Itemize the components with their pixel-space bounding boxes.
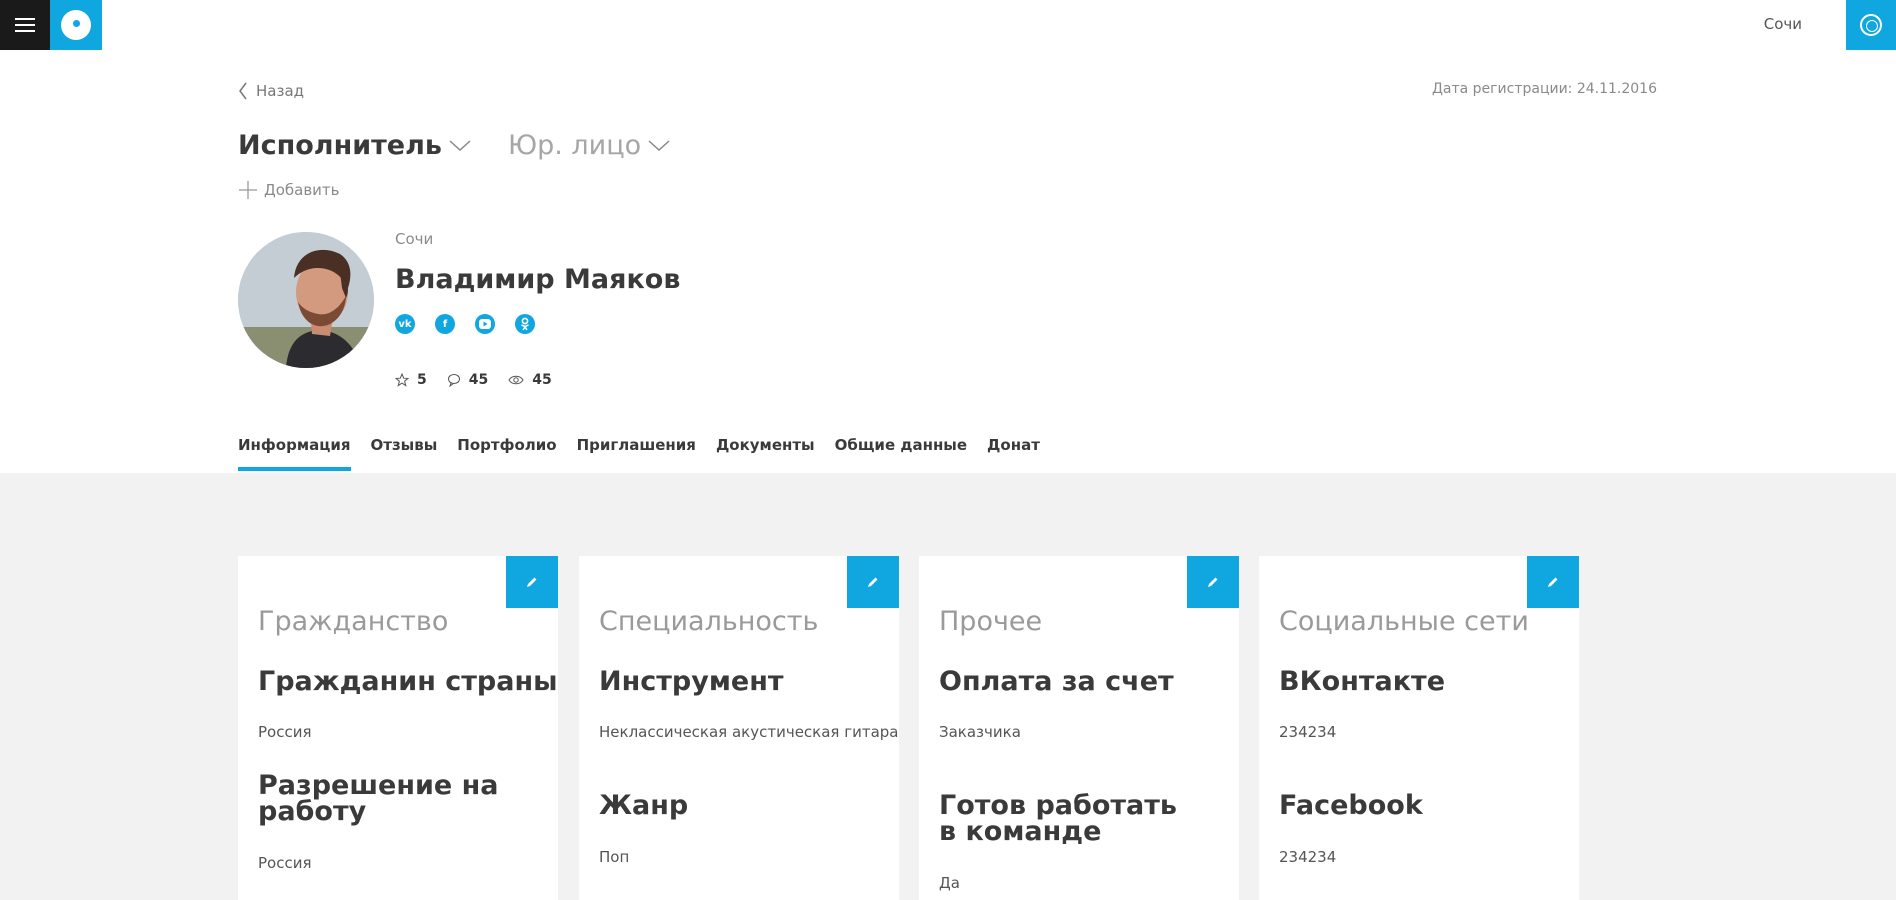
field-heading: Facebook — [1279, 790, 1423, 821]
social-links: vk f — [395, 314, 535, 334]
card-title: Прочее — [939, 606, 1043, 637]
tab-donate[interactable]: Донат — [987, 436, 1040, 472]
chevron-down-icon — [648, 139, 670, 151]
field-value: Поп — [599, 848, 630, 866]
field-value: Россия — [258, 854, 312, 872]
edit-button[interactable] — [847, 556, 899, 608]
menu-icon[interactable] — [0, 0, 50, 50]
tab-invitations[interactable]: Приглашения — [577, 436, 696, 472]
card-title: Социальные сети — [1279, 606, 1529, 637]
user-icon[interactable] — [1846, 0, 1896, 50]
chevron-down-icon — [449, 139, 471, 151]
role-dropdown-primary[interactable]: Исполнитель — [238, 130, 472, 161]
field-heading: Разрешение на работу — [258, 770, 499, 827]
field-value: Заказчика — [939, 723, 1021, 741]
profile-city: Сочи — [395, 230, 434, 248]
plus-icon — [239, 181, 257, 199]
comments-stat: 45 — [447, 372, 488, 388]
chevron-left-icon — [239, 82, 247, 100]
pencil-icon — [527, 577, 537, 587]
pencil-icon — [868, 577, 878, 587]
city-selector[interactable]: Сочи — [1764, 15, 1802, 33]
role-label: Исполнитель — [238, 130, 442, 161]
card-title: Гражданство — [258, 606, 449, 637]
edit-button[interactable] — [506, 556, 558, 608]
field-heading: Оплата за счет — [939, 666, 1174, 697]
odnoklassniki-icon[interactable] — [515, 314, 535, 334]
field-value: 234234 — [1279, 848, 1337, 866]
field-heading: Гражданин страны — [258, 666, 558, 697]
eye-icon — [508, 375, 524, 385]
field-heading: Жанр — [599, 790, 689, 821]
card-title: Специальность — [599, 606, 819, 637]
avatar — [238, 232, 374, 368]
role-dropdown-secondary[interactable]: Юр. лицо — [508, 130, 671, 161]
tab-documents[interactable]: Документы — [716, 436, 815, 472]
facebook-icon[interactable]: f — [435, 314, 455, 334]
role-switcher: Исполнитель Юр. лицо — [238, 130, 671, 161]
field-heading: ВКонтакте — [1279, 666, 1446, 697]
profile-stats: 5 45 45 — [395, 372, 572, 388]
registration-date: Дата регистрации: 24.11.2016 — [1431, 81, 1657, 97]
profile-tabs: Информация Отзывы Портфолио Приглашения … — [238, 436, 1060, 472]
top-bar: Сочи — [0, 0, 1896, 50]
back-link[interactable]: Назад — [238, 82, 304, 100]
field-value: Неклассическая акустическая гитара — [599, 723, 899, 741]
edit-button[interactable] — [1527, 556, 1579, 608]
add-role-button[interactable]: Добавить — [238, 180, 340, 200]
field-value: 234234 — [1279, 723, 1337, 741]
field-value: Да — [939, 874, 960, 892]
views-value: 45 — [532, 372, 552, 388]
tab-portfolio[interactable]: Портфолио — [457, 436, 556, 472]
edit-button[interactable] — [1187, 556, 1239, 608]
star-icon — [395, 373, 409, 387]
views-stat: 45 — [508, 372, 552, 388]
back-label: Назад — [256, 82, 305, 100]
tab-information[interactable]: Информация — [238, 436, 351, 472]
field-heading: Готов работать в команде — [939, 790, 1177, 847]
rating-value: 5 — [417, 372, 427, 388]
tab-general-data[interactable]: Общие данные — [835, 436, 967, 472]
pencil-icon — [1548, 577, 1558, 587]
add-label: Добавить — [264, 181, 340, 199]
vk-icon[interactable]: vk — [395, 314, 415, 334]
comments-value: 45 — [468, 372, 489, 388]
tab-reviews[interactable]: Отзывы — [371, 436, 438, 472]
profile-name: Владимир Маяков — [395, 264, 681, 295]
logo-icon[interactable] — [50, 0, 102, 50]
pencil-icon — [1208, 577, 1218, 587]
youtube-icon[interactable] — [475, 314, 495, 334]
rating-stat: 5 — [395, 372, 427, 388]
field-heading: Инструмент — [599, 666, 784, 697]
comment-icon — [447, 374, 460, 387]
role-label: Юр. лицо — [507, 130, 642, 161]
field-value: Россия — [258, 723, 312, 741]
